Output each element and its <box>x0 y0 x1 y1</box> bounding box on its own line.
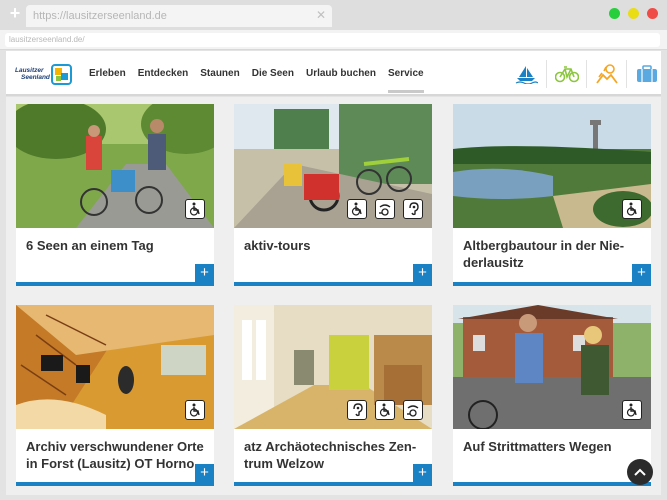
window-maximize-button[interactable] <box>609 8 620 19</box>
new-tab-button[interactable]: + <box>6 4 24 22</box>
card-strittmatters-wegen[interactable]: Auf Strittmatters Wegen <box>453 305 651 486</box>
expand-button[interactable]: + <box>195 264 214 282</box>
accessibility-badges <box>185 400 205 420</box>
accessibility-badges <box>347 400 423 420</box>
expand-button[interactable]: + <box>413 464 432 482</box>
scroll-to-top-button[interactable] <box>627 459 653 485</box>
wheelchair-assist-icon <box>403 400 423 420</box>
accessibility-badges <box>347 199 423 219</box>
wheelchair-icon <box>347 199 367 219</box>
tab-url: https://lausitzerseenland.de <box>33 10 167 22</box>
nav-icon-group <box>506 60 666 88</box>
card-6-seen[interactable]: 6 Seen an einem Tag + <box>16 104 214 286</box>
card-title[interactable]: Auf Strittmatters Wegen <box>453 438 651 455</box>
wheelchair-icon <box>622 199 642 219</box>
address-bar: lausitzerseenland.de/ <box>0 30 667 50</box>
card-title[interactable]: aktiv-tours <box>234 237 432 254</box>
hearing-icon <box>403 199 423 219</box>
accessibility-badges <box>622 199 642 219</box>
window-close-button[interactable] <box>647 8 658 19</box>
nav-item-urlaub-buchen[interactable]: Urlaub buchen <box>306 68 376 79</box>
logo-text: Lausitzer Seenland <box>15 67 50 81</box>
card-image <box>234 104 432 228</box>
card-image <box>453 104 651 228</box>
suitcase-icon[interactable] <box>626 60 666 88</box>
card-title[interactable]: atz Archäotechnisches Zen-trum Welzow <box>234 438 432 472</box>
nav-item-entdecken[interactable]: Entdecken <box>138 68 189 79</box>
hearing-icon <box>347 400 367 420</box>
browser-titlebar: + https://lausitzerseenland.de ✕ <box>0 0 667 30</box>
window-minimize-button[interactable] <box>628 8 639 19</box>
card-image <box>234 305 432 429</box>
wheelchair-icon <box>375 400 395 420</box>
nav-item-staunen[interactable]: Staunen <box>200 68 239 79</box>
card-atz-welzow[interactable]: atz Archäotechnisches Zen-trum Welzow + <box>234 305 432 486</box>
expand-button[interactable]: + <box>632 264 651 282</box>
expand-button[interactable]: + <box>195 464 214 482</box>
nav-item-erleben[interactable]: Erleben <box>89 68 126 79</box>
card-title[interactable]: Archiv verschwundener Orte in Forst (Lau… <box>16 438 214 472</box>
hiking-icon[interactable] <box>586 60 626 88</box>
card-altbergbautour[interactable]: Altbergbautour in der Nie-derlausitz + <box>453 104 651 286</box>
expand-button[interactable]: + <box>413 264 432 282</box>
address-input[interactable]: lausitzerseenland.de/ <box>5 33 660 47</box>
content-grid: 6 Seen an einem Tag + aktiv-tours + Altb… <box>6 97 661 495</box>
card-image <box>16 305 214 429</box>
tab-close-icon[interactable]: ✕ <box>316 8 326 22</box>
wheelchair-icon <box>185 400 205 420</box>
sailboat-icon[interactable] <box>506 60 546 88</box>
main-nav: Erleben Entdecken Staunen Die Seen Urlau… <box>89 68 436 93</box>
card-aktiv-tours[interactable]: aktiv-tours + <box>234 104 432 286</box>
site-header: Lausitzer Seenland Erleben Entdecken Sta… <box>6 51 661 96</box>
browser-tab[interactable]: https://lausitzerseenland.de ✕ <box>26 5 332 27</box>
wheelchair-assist-icon <box>375 199 395 219</box>
logo-line1: Lausitzer <box>15 67 44 74</box>
logo-mark-icon <box>51 64 72 85</box>
wheelchair-icon <box>185 199 205 219</box>
card-image <box>453 305 651 429</box>
nav-item-service[interactable]: Service <box>387 68 424 93</box>
card-title[interactable]: Altbergbautour in der Nie-derlausitz <box>453 237 651 271</box>
logo-line2: Seenland <box>21 74 50 81</box>
card-image <box>16 104 214 228</box>
bicycle-icon[interactable] <box>546 60 586 88</box>
accessibility-badges <box>185 199 205 219</box>
chevron-up-icon <box>634 468 646 476</box>
card-archiv-horno[interactable]: Archiv verschwundener Orte in Forst (Lau… <box>16 305 214 486</box>
wheelchair-icon <box>622 400 642 420</box>
nav-item-die-seen[interactable]: Die Seen <box>252 68 294 79</box>
card-title[interactable]: 6 Seen an einem Tag <box>16 237 214 254</box>
accessibility-badges <box>622 400 642 420</box>
site-logo[interactable]: Lausitzer Seenland <box>15 64 73 86</box>
